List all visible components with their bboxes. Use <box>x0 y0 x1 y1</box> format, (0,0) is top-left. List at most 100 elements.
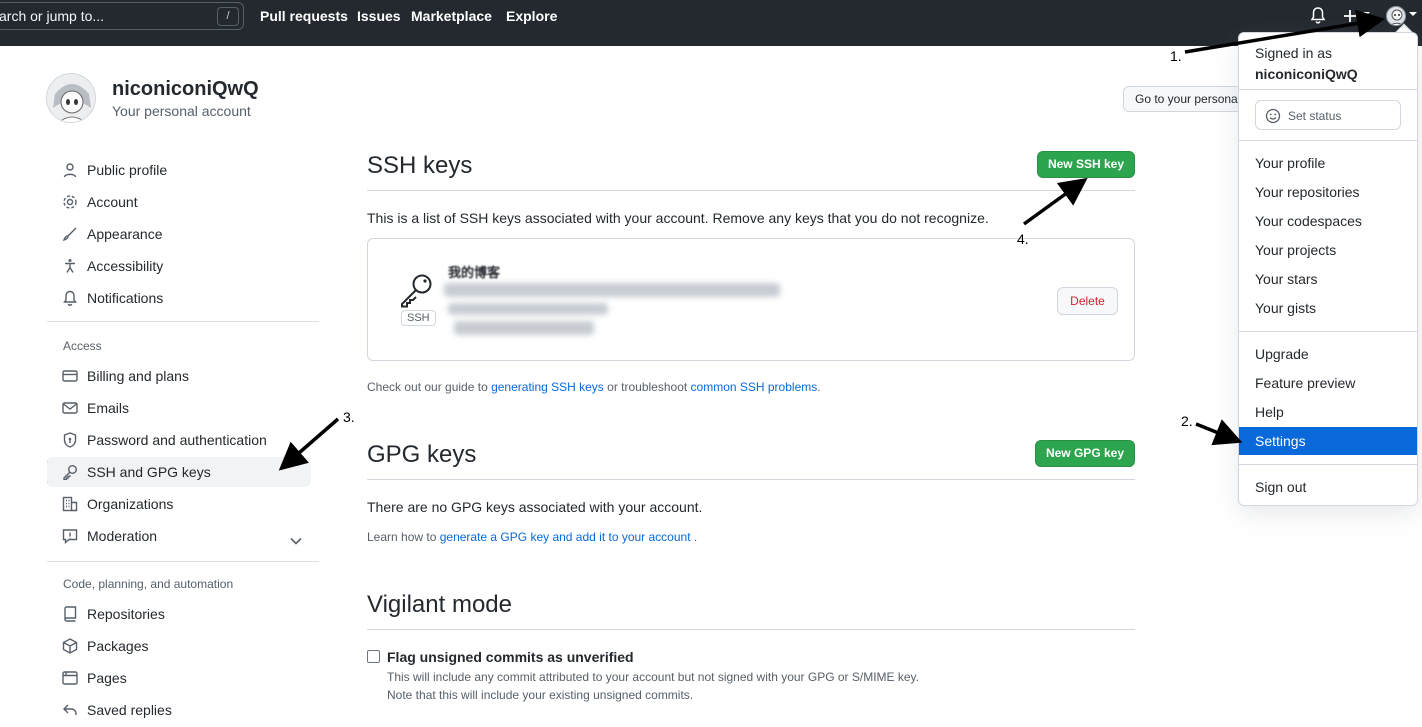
credit-card-icon <box>62 368 78 384</box>
slash-shortcut-badge: / <box>217 7 239 26</box>
sidebar-item-organizations[interactable]: Organizations <box>47 489 311 519</box>
nav-explore[interactable]: Explore <box>506 8 557 24</box>
annotation-number-4: 4. <box>1017 231 1029 247</box>
ssh-key-added-redacted <box>448 303 608 315</box>
sidebar-divider <box>47 321 319 322</box>
profile-username: niconiconiQwQ <box>112 78 259 100</box>
sidebar-item-label: Repositories <box>87 606 165 622</box>
sidebar-item-label: Billing and plans <box>87 368 189 384</box>
organization-icon <box>62 496 78 512</box>
person-icon <box>62 162 78 178</box>
signed-in-username: niconiconiQwQ <box>1255 66 1358 82</box>
sidebar-item-ssh-gpg-keys[interactable]: SSH and GPG keys <box>47 457 311 487</box>
menu-item-label: Your stars <box>1255 271 1318 287</box>
menu-sign-out[interactable]: Sign out <box>1239 473 1417 501</box>
flag-unsigned-label[interactable]: Flag unsigned commits as unverified <box>387 649 634 665</box>
plus-icon[interactable] <box>1343 6 1357 29</box>
search-placeholder: arch or jump to... <box>0 8 105 24</box>
annotation-number-2: 2. <box>1181 413 1193 429</box>
sidebar-item-label: Emails <box>87 400 130 416</box>
common-ssh-problems-link[interactable]: common SSH problems <box>691 380 818 394</box>
sidebar-item-pages[interactable]: Pages <box>47 663 311 693</box>
sidebar-item-label: Saved replies <box>87 702 172 718</box>
chevron-down-icon[interactable] <box>290 532 302 548</box>
menu-settings[interactable]: Settings <box>1239 427 1417 455</box>
menu-your-projects[interactable]: Your projects <box>1239 236 1417 264</box>
menu-item-label: Help <box>1255 404 1284 420</box>
annotation-arrow-4 <box>1022 177 1088 226</box>
menu-item-label: Sign out <box>1255 479 1307 495</box>
avatar-caret-icon[interactable] <box>1409 12 1417 16</box>
ssh-key-title: 我的博客 <box>448 265 501 280</box>
menu-feature-preview[interactable]: Feature preview <box>1239 369 1417 397</box>
sidebar-item-appearance[interactable]: Appearance <box>47 219 311 249</box>
sidebar-item-account[interactable]: Account <box>47 187 311 217</box>
ssh-divider <box>367 190 1135 191</box>
sidebar-item-billing[interactable]: Billing and plans <box>47 361 311 391</box>
sidebar-item-public-profile[interactable]: Public profile <box>47 155 311 185</box>
dropdown-divider <box>1239 140 1417 141</box>
annotation-number-1: 1. <box>1170 48 1182 64</box>
dropdown-divider <box>1239 464 1417 465</box>
bell-icon[interactable] <box>1310 6 1326 29</box>
shield-lock-icon <box>62 432 78 448</box>
sidebar-item-moderation[interactable]: Moderation <box>47 521 311 551</box>
sidebar-item-label: Accessibility <box>87 258 164 274</box>
sidebar-item-label: SSH and GPG keys <box>87 464 211 480</box>
sidebar-item-repositories[interactable]: Repositories <box>47 599 311 629</box>
ssh-guide-text: Check out our guide to generating SSH ke… <box>367 380 821 394</box>
ssh-keys-title: SSH keys <box>367 152 473 179</box>
new-ssh-key-button[interactable]: New SSH key <box>1037 151 1135 178</box>
vigilant-note-1: This will include any commit attributed … <box>387 670 920 684</box>
nav-issues[interactable]: Issues <box>357 8 401 24</box>
accessibility-icon <box>62 258 78 274</box>
sidebar-item-label: Moderation <box>87 528 158 544</box>
sidebar-item-notifications[interactable]: Notifications <box>47 283 311 313</box>
go-to-profile-button[interactable]: Go to your personal profile <box>1123 86 1253 112</box>
sidebar-item-label: Public profile <box>87 162 168 178</box>
sidebar-item-password[interactable]: Password and authentication <box>47 425 311 455</box>
plus-caret-icon[interactable] <box>1362 12 1370 16</box>
menu-upgrade[interactable]: Upgrade <box>1239 340 1417 368</box>
search-input[interactable]: arch or jump to... / <box>0 2 244 30</box>
menu-item-label: Your gists <box>1255 300 1316 316</box>
browser-icon <box>62 670 78 686</box>
profile-avatar[interactable] <box>46 73 96 123</box>
delete-ssh-key-button[interactable]: Delete <box>1057 287 1118 315</box>
menu-item-label: Your codespaces <box>1255 213 1362 229</box>
repo-icon <box>62 606 78 622</box>
nav-pull-requests[interactable]: Pull requests <box>260 8 348 24</box>
sidebar-item-emails[interactable]: Emails <box>47 393 311 423</box>
sidebar-item-accessibility[interactable]: Accessibility <box>47 251 311 281</box>
generating-ssh-keys-link[interactable]: generating SSH keys <box>491 380 604 394</box>
sidebar-item-packages[interactable]: Packages <box>47 631 311 661</box>
menu-your-profile[interactable]: Your profile <box>1239 149 1417 177</box>
ssh-key-fingerprint-redacted <box>444 283 780 297</box>
sidebar-item-label: Account <box>87 194 138 210</box>
sidebar-item-label: Organizations <box>87 496 174 512</box>
generate-gpg-key-link[interactable]: generate a GPG key and add it to your ac… <box>440 530 691 544</box>
menu-your-gists[interactable]: Your gists <box>1239 294 1417 322</box>
report-icon <box>62 528 78 545</box>
nav-marketplace[interactable]: Marketplace <box>411 8 492 24</box>
menu-your-repositories[interactable]: Your repositories <box>1239 178 1417 206</box>
sidebar-item-label: Appearance <box>87 226 163 242</box>
gpg-empty-text: There are no GPG keys associated with yo… <box>367 499 703 515</box>
menu-item-label: Your profile <box>1255 155 1326 171</box>
new-gpg-key-button[interactable]: New GPG key <box>1035 440 1135 467</box>
gpg-keys-title: GPG keys <box>367 441 477 468</box>
key-icon <box>399 272 435 311</box>
smiley-icon <box>1265 108 1281 127</box>
set-status-button[interactable]: Set status <box>1255 100 1401 130</box>
flag-unsigned-checkbox[interactable] <box>367 650 380 663</box>
set-status-label: Set status <box>1288 109 1342 123</box>
menu-your-codespaces[interactable]: Your codespaces <box>1239 207 1417 235</box>
sidebar-item-label: Pages <box>87 670 127 686</box>
annotation-arrow-2 <box>1195 419 1243 446</box>
menu-help[interactable]: Help <box>1239 398 1417 426</box>
sidebar-item-saved-replies[interactable]: Saved replies <box>47 695 311 725</box>
menu-your-stars[interactable]: Your stars <box>1239 265 1417 293</box>
sidebar-divider <box>47 561 319 562</box>
ssh-description: This is a list of SSH keys associated wi… <box>367 210 989 226</box>
menu-item-label: Settings <box>1255 433 1306 449</box>
